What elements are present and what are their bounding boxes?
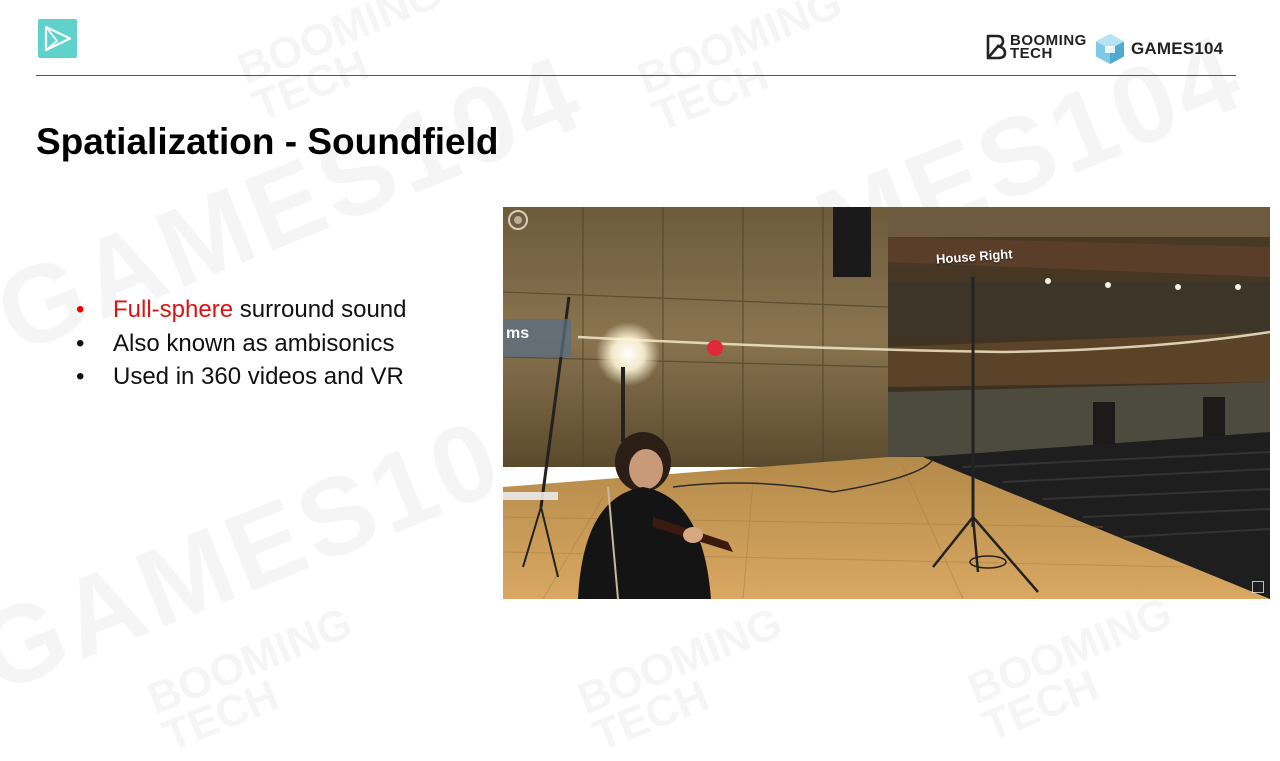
bullet-highlight: Full-sphere [113,296,234,323]
slide-logo-icon [38,19,77,58]
booming-tech-icon [986,34,1007,60]
watermark: BOOMINGTECH [233,0,462,127]
games104-logo: GAMES104 [1095,33,1223,65]
video-badge-icon [1252,581,1264,593]
header-divider [36,75,1236,76]
video-frame[interactable]: ms House Right [503,207,1270,599]
bullet-item: Also known as ambisonics [76,327,407,361]
bullet-item: Used in 360 videos and VR [76,360,407,394]
watermark: BOOMINGTECH [143,603,372,758]
bullet-text: Used in 360 videos and VR [113,363,404,390]
games104-text: GAMES104 [1131,39,1224,58]
games104-cube-icon [1096,34,1124,64]
bullet-text: Also known as ambisonics [113,329,395,357]
bullet-list: Full-sphere surround sound Also known as… [76,293,407,394]
watermark: GAMES104 [0,369,580,719]
concert-hall-image [503,207,1270,599]
video-side-label: ms [503,319,571,357]
bullet-item: Full-sphere surround sound [76,293,407,327]
video-view-control[interactable] [508,210,528,230]
watermark: BOOMINGTECH [633,0,862,137]
watermark: BOOMINGTECH [573,603,802,758]
slide-title: Spatialization - Soundfield [36,121,499,162]
booming-tech-logo: BOOMING TECH [985,33,1087,61]
watermark: BOOMINGTECH [963,593,1192,748]
bullet-text: surround sound [233,296,407,323]
